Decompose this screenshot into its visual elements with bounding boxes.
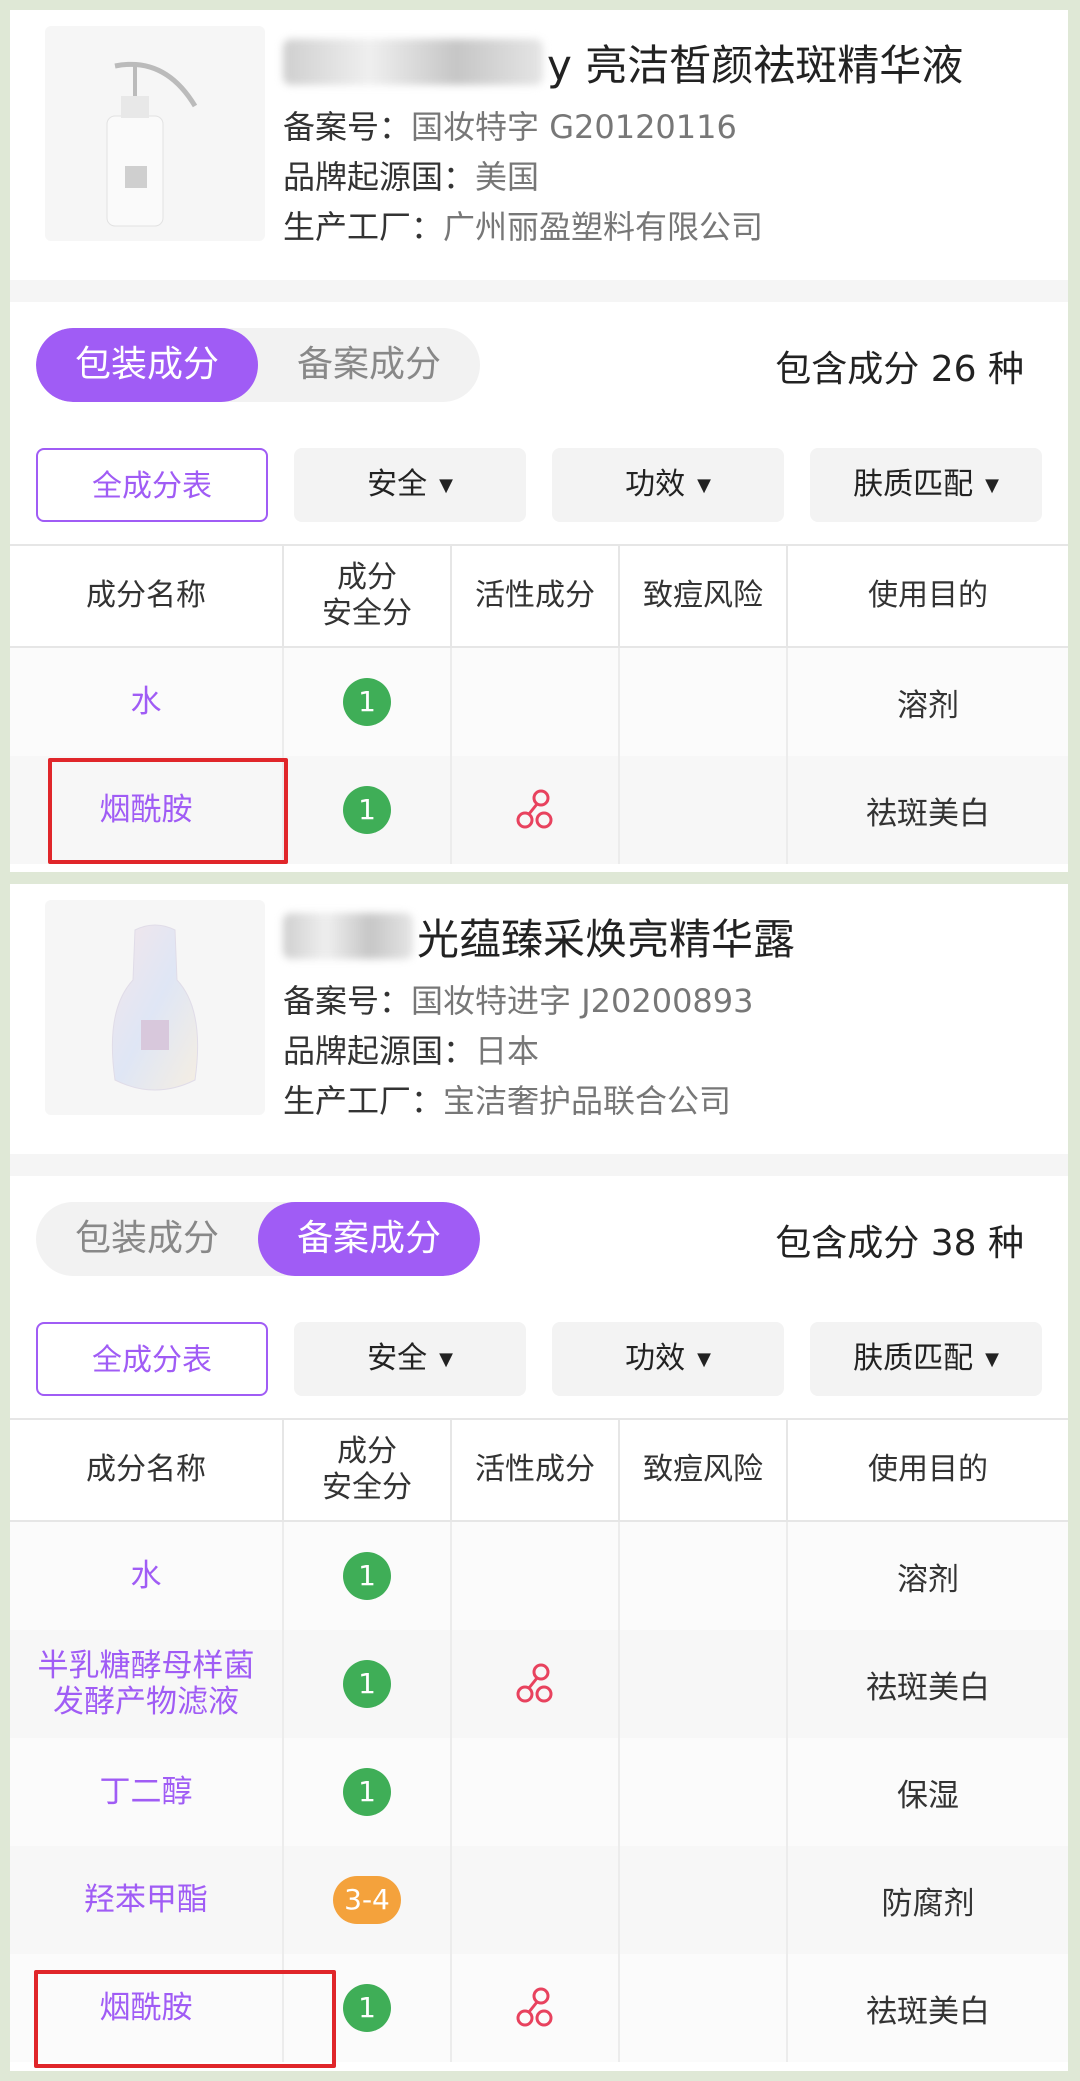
filter-skin-type[interactable]: 肤质匹配 ▼: [810, 448, 1042, 522]
product-image[interactable]: [45, 900, 265, 1115]
highlight-box: [48, 758, 288, 864]
ingredient-name[interactable]: 丁二醇: [100, 1774, 193, 1810]
product-title: 光蕴臻采焕亮精华露: [283, 906, 795, 966]
active-ingredient-icon: [516, 1987, 553, 2027]
product-header: 光蕴臻采焕亮精华露 备案号：国妆特进字 J20200893 品牌起源国：日本 生…: [10, 884, 1068, 1154]
col-purpose: 使用目的: [868, 578, 988, 613]
product-header: y 亮洁皙颜祛斑精华液 备案号：国妆特字 G20120116 品牌起源国：美国 …: [10, 10, 1068, 280]
usage-purpose: 溶剂: [897, 1561, 959, 1598]
ingredient-source-toggle[interactable]: 包装成分 备案成分: [36, 1202, 480, 1276]
factory-line: 生产工厂：广州丽盈塑料有限公司: [283, 208, 764, 246]
caret-down-icon: ▼: [697, 474, 711, 496]
safety-score-badge: 1: [343, 1552, 391, 1600]
origin-line: 品牌起源国：日本: [283, 1032, 540, 1070]
registration-line: 备案号：国妆特字 G20120116: [283, 108, 737, 146]
highlight-box: [34, 1970, 336, 2068]
product-image[interactable]: [45, 26, 265, 241]
filter-all-ingredients[interactable]: 全成分表: [36, 1322, 268, 1396]
product-title: y 亮洁皙颜祛斑精华液: [283, 32, 963, 92]
filter-skin-type[interactable]: 肤质匹配 ▼: [810, 1322, 1042, 1396]
caret-down-icon: ▼: [439, 1348, 453, 1370]
table-row[interactable]: 水 1 溶剂: [10, 1522, 1068, 1630]
divider: [10, 280, 1068, 302]
filter-safety[interactable]: 安全 ▼: [294, 448, 526, 522]
col-purpose: 使用目的: [868, 1452, 988, 1487]
active-ingredient-icon: [516, 1663, 553, 1703]
col-acne-risk: 致痘风险: [620, 1420, 788, 1520]
product-name: y 亮洁皙颜祛斑精华液: [547, 40, 964, 90]
divider: [10, 1154, 1068, 1176]
filter-efficacy[interactable]: 功效 ▼: [552, 448, 784, 522]
col-ingredient-name: 成分名称: [10, 1420, 284, 1520]
safety-score-badge: 3-4: [333, 1876, 401, 1924]
ingredient-name[interactable]: 羟苯甲酯: [84, 1882, 208, 1918]
factory-line: 生产工厂：宝洁奢护品联合公司: [283, 1082, 732, 1120]
tab-package-ingredients[interactable]: 包装成分: [36, 328, 258, 402]
safety-score-badge: 1: [343, 678, 391, 726]
tab-package-ingredients[interactable]: 包装成分: [36, 1202, 258, 1276]
ingredient-count: 包含成分 38 种: [775, 1223, 1024, 1264]
usage-purpose: 保湿: [897, 1777, 959, 1814]
filter-safety[interactable]: 安全 ▼: [294, 1322, 526, 1396]
ingredient-source-toggle[interactable]: 包装成分 备案成分: [36, 328, 480, 402]
safety-score-badge: 1: [343, 1984, 391, 2032]
col-ingredient-name: 成分名称: [10, 546, 284, 646]
col-safety-score: 成分 安全分: [284, 546, 452, 646]
safety-score-badge: 1: [343, 1660, 391, 1708]
ingredient-count: 包含成分 26 种: [775, 349, 1024, 390]
usage-purpose: 祛斑美白: [866, 1993, 990, 2030]
product-name: 光蕴臻采焕亮精华露: [417, 914, 796, 964]
active-ingredient-icon: [516, 789, 553, 829]
tab-registered-ingredients[interactable]: 备案成分: [258, 328, 480, 402]
usage-purpose: 祛斑美白: [866, 1669, 990, 1706]
col-safety-score: 成分 安全分: [284, 1420, 452, 1520]
caret-down-icon: ▼: [439, 474, 453, 496]
table-row[interactable]: 半乳糖酵母样菌 发酵产物滤液 1 祛斑美白: [10, 1630, 1068, 1738]
origin-line: 品牌起源国：美国: [283, 158, 540, 196]
product-panel-2: 光蕴臻采焕亮精华露 备案号：国妆特进字 J20200893 品牌起源国：日本 生…: [10, 884, 1068, 2071]
safety-score-badge: 1: [343, 1768, 391, 1816]
registration-line: 备案号：国妆特进字 J20200893: [283, 982, 754, 1020]
usage-purpose: 祛斑美白: [866, 795, 990, 832]
usage-purpose: 溶剂: [897, 687, 959, 724]
col-active: 活性成分: [452, 546, 620, 646]
tab-registered-ingredients[interactable]: 备案成分: [258, 1202, 480, 1276]
product-panel-1: y 亮洁皙颜祛斑精华液 备案号：国妆特字 G20120116 品牌起源国：美国 …: [10, 10, 1068, 872]
table-row[interactable]: 丁二醇 1 保湿: [10, 1738, 1068, 1846]
ingredient-name[interactable]: 水: [131, 684, 162, 720]
redacted-brand: [283, 913, 413, 959]
ingredient-name[interactable]: 半乳糖酵母样菌 发酵产物滤液: [38, 1648, 255, 1720]
ingredient-name[interactable]: 水: [131, 1558, 162, 1594]
caret-down-icon: ▼: [985, 1348, 999, 1370]
table-header: 成分名称 成分 安全分 活性成分 致痘风险 使用目的: [10, 1418, 1068, 1522]
filter-efficacy[interactable]: 功效 ▼: [552, 1322, 784, 1396]
table-row[interactable]: 羟苯甲酯 3-4 防腐剂: [10, 1846, 1068, 1954]
caret-down-icon: ▼: [697, 1348, 711, 1370]
col-acne-risk: 致痘风险: [620, 546, 788, 646]
filter-all-ingredients[interactable]: 全成分表: [36, 448, 268, 522]
table-header: 成分名称 成分 安全分 活性成分 致痘风险 使用目的: [10, 544, 1068, 648]
col-active: 活性成分: [452, 1420, 620, 1520]
safety-score-badge: 1: [343, 786, 391, 834]
table-row[interactable]: 水 1 溶剂: [10, 648, 1068, 756]
usage-purpose: 防腐剂: [881, 1885, 975, 1922]
caret-down-icon: ▼: [985, 474, 999, 496]
redacted-brand: [283, 39, 543, 85]
